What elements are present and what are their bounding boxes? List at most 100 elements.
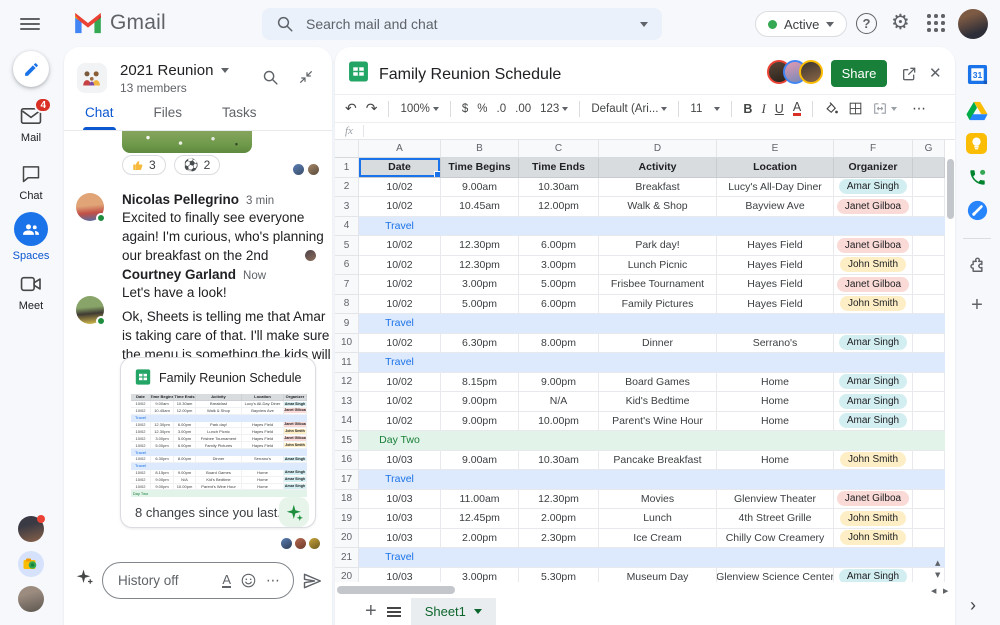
sheet-cell[interactable] bbox=[599, 548, 717, 568]
sheet-cell[interactable]: 10/02 bbox=[359, 333, 441, 353]
sheet-cell[interactable]: Location bbox=[717, 158, 834, 178]
sheet-preview-card[interactable]: Family Reunion Schedule Date Time Begins T… bbox=[120, 357, 316, 528]
sheet-cell[interactable]: Serrano's bbox=[717, 333, 834, 353]
sheet-cell[interactable]: John Smith bbox=[834, 509, 913, 529]
column-header[interactable]: B bbox=[441, 140, 519, 158]
sheet-cell[interactable]: Movies bbox=[599, 489, 717, 509]
sheet-cell[interactable]: 6.30pm bbox=[441, 333, 519, 353]
sheet-cell[interactable]: Family Pictures bbox=[599, 294, 717, 314]
sheet-cell[interactable]: 10/02 bbox=[359, 372, 441, 392]
sheet-cell[interactable] bbox=[913, 353, 945, 373]
sheet-cell[interactable] bbox=[913, 392, 945, 412]
sheet-cell[interactable]: 10.45am bbox=[441, 197, 519, 217]
shared-photo[interactable] bbox=[122, 131, 252, 153]
search-bar[interactable] bbox=[262, 8, 662, 40]
column-header[interactable]: F bbox=[834, 140, 913, 158]
sheet-cell[interactable]: Amar Singh bbox=[834, 411, 913, 431]
sheet-cell[interactable] bbox=[913, 509, 945, 529]
calendar-icon[interactable]: 31 bbox=[966, 63, 988, 85]
sheet-cell[interactable]: John Smith bbox=[834, 528, 913, 548]
sheet-cell[interactable]: 6.00pm bbox=[519, 236, 599, 256]
sheet-cell[interactable]: Home bbox=[717, 450, 834, 470]
sheet-cell[interactable] bbox=[913, 450, 945, 470]
sheet-cell[interactable] bbox=[599, 314, 717, 334]
sheet-cell[interactable] bbox=[913, 372, 945, 392]
font-size-select[interactable]: 11 bbox=[690, 103, 721, 115]
add-ons-icon[interactable] bbox=[966, 255, 988, 277]
row-number[interactable]: 9 bbox=[335, 314, 359, 334]
sheet-cell[interactable] bbox=[834, 548, 913, 568]
sheet-cell[interactable]: John Smith bbox=[834, 450, 913, 470]
sheet-cell[interactable] bbox=[913, 411, 945, 431]
sheet-cell[interactable]: 8.15pm bbox=[441, 372, 519, 392]
sheet-cell[interactable]: 10/02 bbox=[359, 236, 441, 256]
sheet-cell[interactable] bbox=[834, 431, 913, 451]
sheet-cell[interactable]: Ice Cream bbox=[599, 528, 717, 548]
sheet-cell[interactable] bbox=[913, 470, 945, 490]
sheet-cell[interactable]: 3.00pm bbox=[441, 567, 519, 582]
sheet-cell[interactable]: Board Games bbox=[599, 372, 717, 392]
sheet-cell[interactable] bbox=[441, 353, 519, 373]
font-select[interactable]: Default (Ari... bbox=[591, 103, 668, 115]
sheet-cell[interactable]: Amar Singh bbox=[834, 392, 913, 412]
sheet-cell[interactable]: 10/02 bbox=[359, 294, 441, 314]
sheet-cell[interactable]: Amar Singh bbox=[834, 372, 913, 392]
tab-chat[interactable]: Chat bbox=[83, 105, 116, 130]
sheet-cell[interactable] bbox=[717, 431, 834, 451]
sheet-cell[interactable]: Bayview Ave bbox=[717, 197, 834, 217]
sheet-cell[interactable] bbox=[441, 216, 519, 236]
sheet-cell[interactable] bbox=[913, 255, 945, 275]
more-options-icon[interactable]: ⋯ bbox=[266, 572, 281, 589]
sheet-cell[interactable]: Hayes Field bbox=[717, 255, 834, 275]
sheet-cell[interactable]: Dinner bbox=[599, 333, 717, 353]
sheet-cell[interactable]: Travel bbox=[359, 314, 441, 334]
sheet-cell[interactable]: Park day! bbox=[599, 236, 717, 256]
sheet-cell[interactable]: Breakfast bbox=[599, 177, 717, 197]
sheet-tab-caret[interactable] bbox=[473, 609, 482, 614]
sheet-cell[interactable] bbox=[913, 431, 945, 451]
formula-bar[interactable]: fx bbox=[335, 122, 955, 140]
emoji-icon[interactable] bbox=[241, 573, 256, 588]
sheet-cell[interactable] bbox=[913, 216, 945, 236]
sheet-cell[interactable]: Travel bbox=[359, 548, 441, 568]
sheet-cell[interactable] bbox=[717, 216, 834, 236]
sheet-cell[interactable]: Lucy's All-Day Diner bbox=[717, 177, 834, 197]
row-number[interactable]: 2 bbox=[335, 177, 359, 197]
sheet-cell[interactable] bbox=[519, 353, 599, 373]
sheet-cell[interactable]: Hayes Field bbox=[717, 294, 834, 314]
row-number[interactable]: 3 bbox=[335, 197, 359, 217]
reaction-thumbs-up[interactable]: 3 bbox=[122, 155, 166, 175]
row-number[interactable]: 21 bbox=[335, 548, 359, 568]
get-add-ons-plus-icon[interactable]: + bbox=[966, 294, 988, 316]
row-number[interactable]: 11 bbox=[335, 353, 359, 373]
undo-icon[interactable]: ↶ bbox=[345, 101, 357, 117]
sheet-cell[interactable]: Kid's Bedtime bbox=[599, 392, 717, 412]
borders-icon[interactable] bbox=[848, 101, 863, 116]
row-number[interactable]: 15 bbox=[335, 431, 359, 451]
toolbar-more-icon[interactable]: ⋯ bbox=[912, 101, 927, 117]
row-number[interactable]: 20 bbox=[335, 528, 359, 548]
sheet-cell[interactable]: Chilly Cow Creamery bbox=[717, 528, 834, 548]
row-number[interactable]: 7 bbox=[335, 275, 359, 295]
sheet-cell[interactable]: 9.00am bbox=[441, 450, 519, 470]
tab-tasks[interactable]: Tasks bbox=[222, 105, 257, 130]
sheet-cell[interactable] bbox=[519, 548, 599, 568]
sheet-cell[interactable]: Time Ends bbox=[519, 158, 599, 178]
space-menu-caret[interactable] bbox=[221, 68, 230, 73]
sheet-cell[interactable]: 5.30pm bbox=[519, 567, 599, 582]
row-number[interactable]: 10 bbox=[335, 333, 359, 353]
sheet-cell[interactable]: Day Two bbox=[359, 431, 441, 451]
scroll-down-icon[interactable]: ▼ bbox=[935, 570, 940, 580]
compose-button[interactable] bbox=[13, 51, 49, 87]
sheet-cell[interactable]: Janet Gilboa bbox=[834, 236, 913, 256]
sheet-cell[interactable] bbox=[441, 431, 519, 451]
sheet-cell[interactable]: 10/03 bbox=[359, 509, 441, 529]
profile-avatar[interactable] bbox=[958, 9, 988, 39]
message-input-bar[interactable]: A ⋯ bbox=[102, 562, 294, 599]
sheet-cell[interactable]: 10/02 bbox=[359, 255, 441, 275]
search-input[interactable] bbox=[306, 16, 628, 32]
zoom-select[interactable]: 100% bbox=[400, 103, 439, 115]
sheet-cell[interactable]: Amar Singh bbox=[834, 333, 913, 353]
row-number[interactable]: 5 bbox=[335, 236, 359, 256]
sheet-cell[interactable]: 10/03 bbox=[359, 528, 441, 548]
